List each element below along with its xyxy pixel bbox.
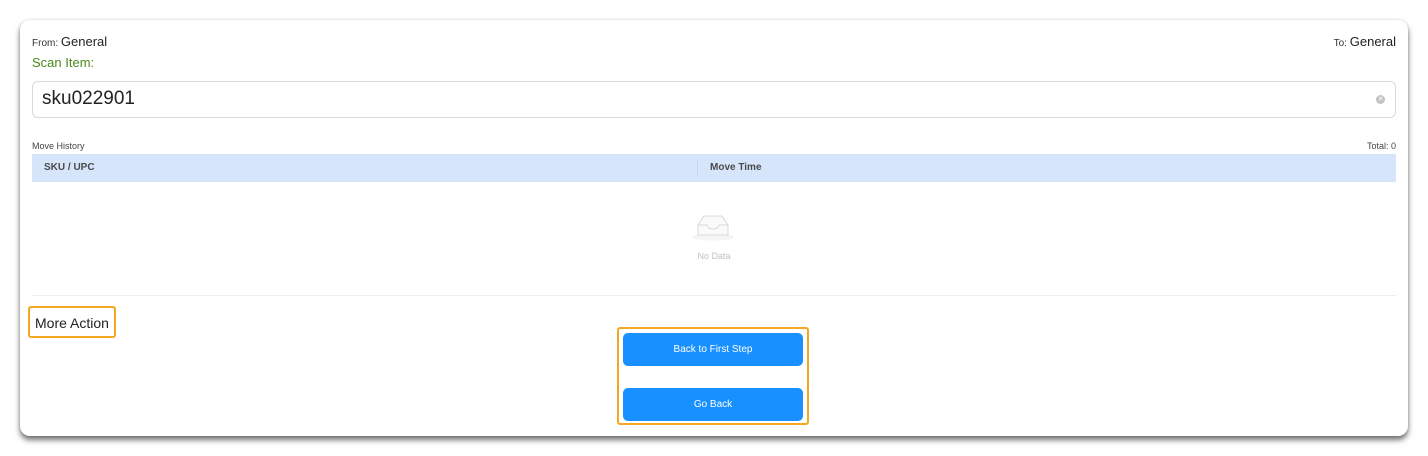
scan-item-input[interactable] [42, 88, 1362, 110]
scan-input-wrapper[interactable]: ✕ [32, 81, 1396, 118]
action-buttons-group: Back to First Step Go Back [617, 327, 809, 425]
column-header-sku-upc[interactable]: SKU / UPC [44, 154, 95, 182]
move-history-table: SKU / UPC Move Time No Data [32, 154, 1396, 296]
from-location: From: General [32, 34, 107, 49]
back-to-first-step-button[interactable]: Back to First Step [623, 333, 803, 366]
column-divider [697, 161, 698, 175]
move-inventory-card: From: General To: General Scan Item: ✕ M… [20, 20, 1408, 436]
to-value: General [1349, 34, 1396, 49]
location-row: From: General To: General [32, 34, 1396, 50]
to-label: To: [1333, 38, 1347, 49]
from-label: From: [32, 38, 59, 49]
move-history-total: Total: 0 [1366, 141, 1396, 151]
no-data-text: No Data [697, 251, 731, 261]
close-circle-icon[interactable]: ✕ [1376, 95, 1385, 104]
table-header: SKU / UPC Move Time [32, 154, 1396, 182]
table-empty-state: No Data [32, 182, 1396, 294]
empty-inbox-icon [692, 215, 734, 241]
column-header-move-time[interactable]: Move Time [710, 154, 762, 182]
more-action-heading: More Action [28, 306, 116, 338]
move-history-title: Move History [32, 141, 85, 151]
from-value: General [60, 34, 108, 49]
scan-item-label: Scan Item: [32, 55, 95, 70]
move-history-header: Move History Total: 0 [32, 141, 1396, 153]
go-back-button[interactable]: Go Back [623, 388, 803, 421]
to-location: To: General [1334, 34, 1396, 49]
